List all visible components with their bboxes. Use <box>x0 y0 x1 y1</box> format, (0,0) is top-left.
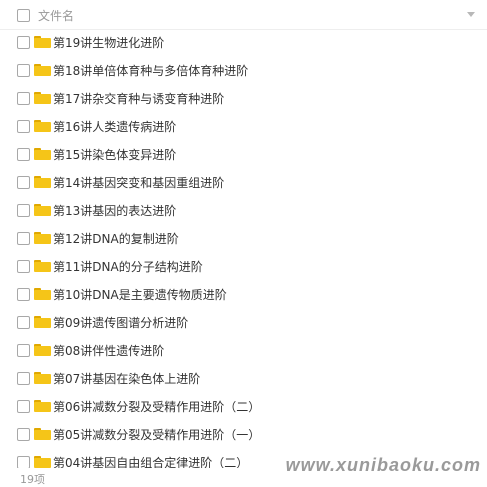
row-checkbox[interactable] <box>17 64 30 77</box>
file-name[interactable]: 第13讲基因的表达进阶 <box>53 202 176 219</box>
row-checkbox[interactable] <box>17 456 30 468</box>
row-checkbox[interactable] <box>17 316 30 329</box>
row-checkbox[interactable] <box>17 428 30 441</box>
row-checkbox[interactable] <box>17 372 30 385</box>
row-checkbox[interactable] <box>17 204 30 217</box>
row-checkbox[interactable] <box>17 260 30 273</box>
list-item[interactable]: 第16讲人类遗传病进阶 <box>0 112 487 140</box>
list-item[interactable]: 第07讲基因在染色体上进阶 <box>0 364 487 392</box>
row-checkbox[interactable] <box>17 148 30 161</box>
filename-column-header[interactable]: 文件名 <box>38 7 74 24</box>
folder-icon <box>34 344 51 356</box>
folder-icon <box>34 204 51 216</box>
list-item[interactable]: 第19讲生物进化进阶 <box>0 28 487 56</box>
list-item[interactable]: 第15讲染色体变异进阶 <box>0 140 487 168</box>
file-name[interactable]: 第05讲减数分裂及受精作用进阶（一） <box>53 426 260 443</box>
list-item[interactable]: 第12讲DNA的复制进阶 <box>0 224 487 252</box>
file-list: 第19讲生物进化进阶 第18讲单倍体育种与多倍体育种进阶 第17讲杂交育种与诱变… <box>0 28 487 468</box>
folder-icon <box>34 316 51 328</box>
folder-icon <box>34 92 51 104</box>
watermark: www.xunibaoku.com <box>285 455 481 475</box>
row-checkbox[interactable] <box>17 288 30 301</box>
folder-icon <box>34 288 51 300</box>
item-count: 19项 <box>20 473 45 486</box>
folder-icon <box>34 456 51 468</box>
row-checkbox[interactable] <box>17 36 30 49</box>
select-all-checkbox[interactable] <box>17 9 30 22</box>
list-item[interactable]: 第09讲遗传图谱分析进阶 <box>0 308 487 336</box>
list-item[interactable]: 第14讲基因突变和基因重组进阶 <box>0 168 487 196</box>
file-name[interactable]: 第19讲生物进化进阶 <box>53 34 164 51</box>
row-checkbox[interactable] <box>17 92 30 105</box>
folder-icon <box>34 120 51 132</box>
file-name[interactable]: 第12讲DNA的复制进阶 <box>53 230 179 247</box>
folder-icon <box>34 148 51 160</box>
file-name[interactable]: 第17讲杂交育种与诱变育种进阶 <box>53 90 224 107</box>
folder-icon <box>34 428 51 440</box>
list-item[interactable]: 第06讲减数分裂及受精作用进阶（二） <box>0 392 487 420</box>
list-item[interactable]: 第08讲伴性遗传进阶 <box>0 336 487 364</box>
file-name[interactable]: 第06讲减数分裂及受精作用进阶（二） <box>53 398 260 415</box>
list-item[interactable]: 第05讲减数分裂及受精作用进阶（一） <box>0 420 487 448</box>
list-item[interactable]: 第18讲单倍体育种与多倍体育种进阶 <box>0 56 487 84</box>
folder-icon <box>34 372 51 384</box>
list-item[interactable]: 第17讲杂交育种与诱变育种进阶 <box>0 84 487 112</box>
list-item[interactable]: 第11讲DNA的分子结构进阶 <box>0 252 487 280</box>
file-name[interactable]: 第10讲DNA是主要遗传物质进阶 <box>53 286 227 303</box>
file-name[interactable]: 第14讲基因突变和基因重组进阶 <box>53 174 224 191</box>
row-checkbox[interactable] <box>17 176 30 189</box>
folder-icon <box>34 36 51 48</box>
file-name[interactable]: 第15讲染色体变异进阶 <box>53 146 176 163</box>
file-name[interactable]: 第16讲人类遗传病进阶 <box>53 118 176 135</box>
folder-icon <box>34 232 51 244</box>
row-checkbox[interactable] <box>17 400 30 413</box>
folder-icon <box>34 176 51 188</box>
file-name[interactable]: 第18讲单倍体育种与多倍体育种进阶 <box>53 62 248 79</box>
file-name[interactable]: 第07讲基因在染色体上进阶 <box>53 370 200 387</box>
row-checkbox[interactable] <box>17 120 30 133</box>
sort-chevron-down-icon[interactable] <box>467 12 475 17</box>
folder-icon <box>34 400 51 412</box>
file-name[interactable]: 第11讲DNA的分子结构进阶 <box>53 258 203 275</box>
list-item[interactable]: 第13讲基因的表达进阶 <box>0 196 487 224</box>
list-item[interactable]: 第10讲DNA是主要遗传物质进阶 <box>0 280 487 308</box>
row-checkbox[interactable] <box>17 232 30 245</box>
folder-icon <box>34 64 51 76</box>
file-name[interactable]: 第04讲基因自由组合定律进阶（二） <box>53 454 248 468</box>
row-checkbox[interactable] <box>17 344 30 357</box>
file-name[interactable]: 第09讲遗传图谱分析进阶 <box>53 314 188 331</box>
file-list-header: 文件名 <box>0 0 487 30</box>
file-name[interactable]: 第08讲伴性遗传进阶 <box>53 342 164 359</box>
folder-icon <box>34 260 51 272</box>
